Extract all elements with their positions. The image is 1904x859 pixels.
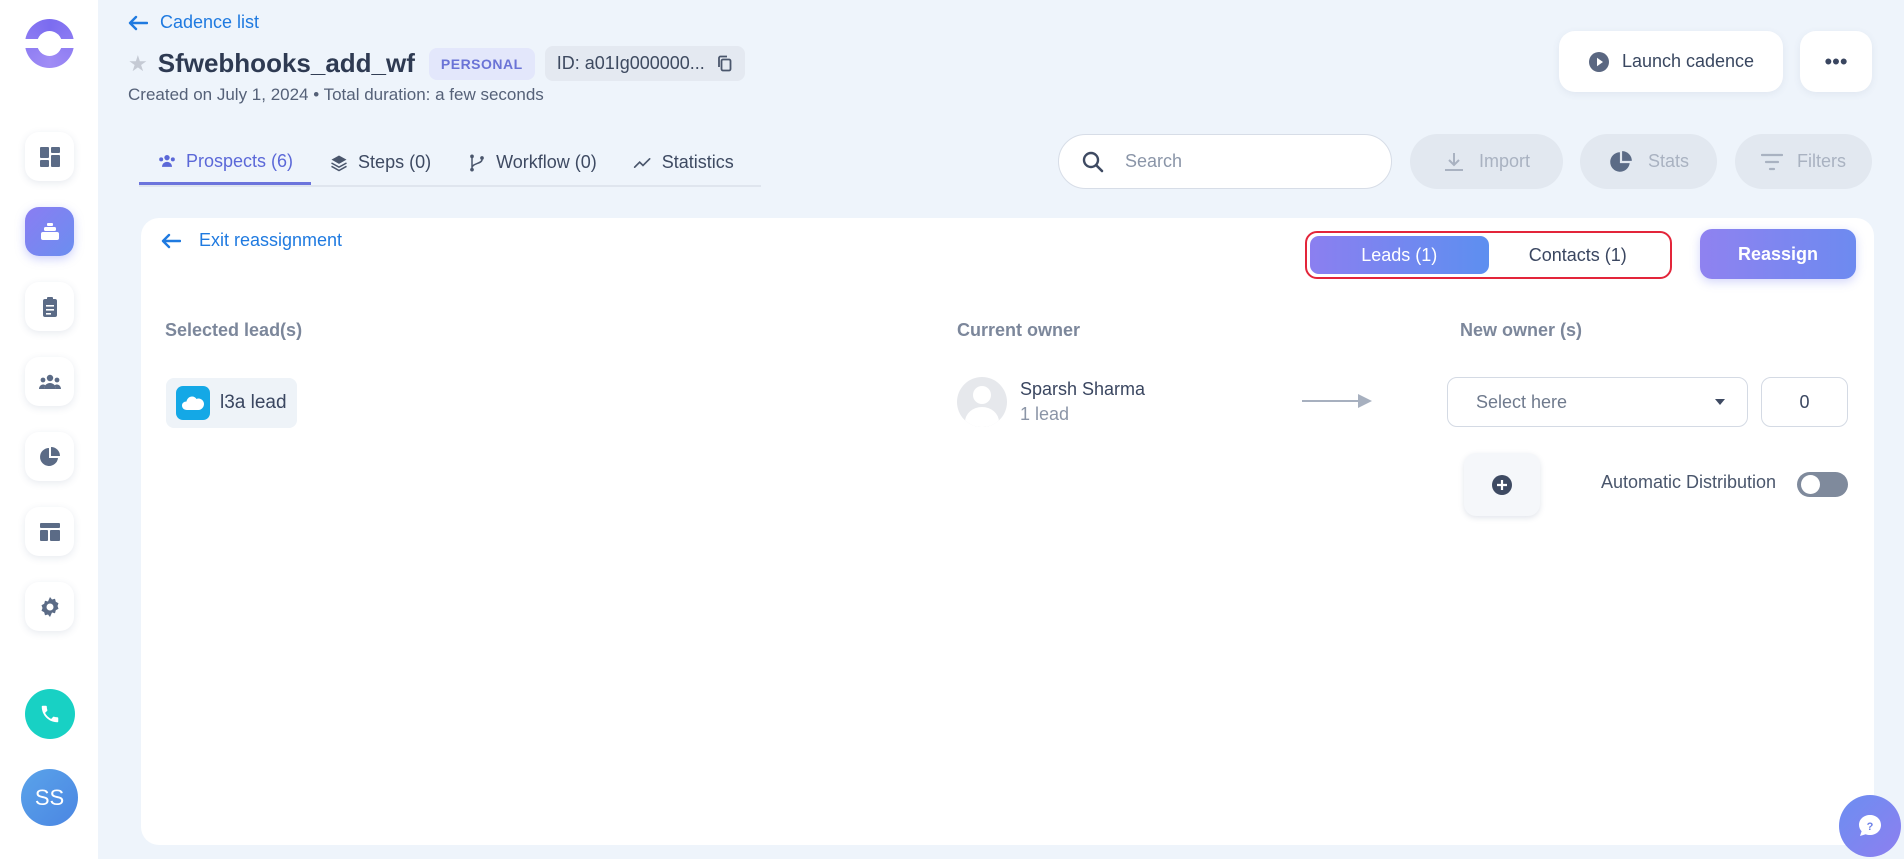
search-icon xyxy=(1082,151,1104,172)
user-avatar[interactable]: SS xyxy=(21,769,78,826)
caret-down-icon xyxy=(1715,399,1725,405)
dashboard-icon[interactable] xyxy=(25,132,74,181)
cadence-subtitle: Created on July 1, 2024 • Total duration… xyxy=(128,85,544,104)
tab-label: Steps (0) xyxy=(358,152,432,172)
tab-label: Prospects (6) xyxy=(186,150,294,171)
leads-contacts-switch: Leads (1) Contacts (1) xyxy=(1305,231,1672,279)
help-chat-button[interactable]: ? xyxy=(1839,795,1901,857)
personal-badge: PERSONAL xyxy=(428,47,535,80)
reassignment-panel xyxy=(141,218,1874,845)
new-owner-select[interactable]: Select here xyxy=(1447,377,1748,427)
tasks-icon[interactable] xyxy=(25,282,74,331)
help-icon: ? xyxy=(1859,815,1881,836)
tab-statistics[interactable]: Statistics xyxy=(615,140,752,185)
stats-label: Stats xyxy=(1647,151,1690,171)
id-badge: ID: a01Ig000000... xyxy=(544,46,745,81)
copy-icon[interactable] xyxy=(717,55,733,73)
play-icon xyxy=(1588,51,1609,72)
salesforce-icon xyxy=(176,386,210,420)
import-label: Import xyxy=(1478,151,1530,171)
automatic-distribution-label: Automatic Distribution xyxy=(1601,472,1777,492)
arrow-left-icon xyxy=(128,15,148,30)
branch-icon xyxy=(470,154,484,171)
current-owner: Sparsh Sharma 1 lead xyxy=(957,377,1145,427)
sidebar: SS xyxy=(0,0,98,859)
owner-lead-count: 1 lead xyxy=(1020,404,1070,424)
leads-toggle[interactable]: Leads (1) xyxy=(1310,236,1489,274)
stats-button[interactable]: Stats xyxy=(1580,134,1717,189)
plus-circle-icon xyxy=(1492,474,1512,495)
trend-icon xyxy=(633,157,651,168)
templates-icon[interactable] xyxy=(25,507,74,556)
app-logo[interactable] xyxy=(25,19,74,68)
back-to-cadence-list[interactable]: Cadence list xyxy=(128,12,259,33)
filter-icon xyxy=(1761,153,1783,170)
star-icon[interactable]: ★ xyxy=(128,51,148,77)
more-icon: ••• xyxy=(1824,48,1848,74)
people-icon xyxy=(159,155,175,167)
owner-avatar xyxy=(957,377,1007,427)
filters-button[interactable]: Filters xyxy=(1735,134,1872,189)
contacts-toggle[interactable]: Contacts (1) xyxy=(1489,236,1668,274)
layers-icon xyxy=(331,155,347,171)
filters-label: Filters xyxy=(1797,151,1846,171)
arrow-left-icon xyxy=(161,233,181,248)
import-button[interactable]: Import xyxy=(1410,134,1563,189)
tab-workflow[interactable]: Workflow (0) xyxy=(449,140,615,185)
phone-button[interactable] xyxy=(25,689,75,739)
exit-label: Exit reassignment xyxy=(199,230,343,250)
gear-icon[interactable] xyxy=(25,582,74,631)
search-input[interactable] xyxy=(1125,151,1355,172)
tab-prospects[interactable]: Prospects (6) xyxy=(139,140,312,185)
svg-text:?: ? xyxy=(1867,821,1874,833)
selected-lead-chip: l3a lead xyxy=(166,378,297,428)
phone-icon xyxy=(41,705,59,723)
search-box[interactable] xyxy=(1058,134,1392,189)
tab-steps[interactable]: Steps (0) xyxy=(311,140,449,185)
back-label: Cadence list xyxy=(160,12,260,32)
pie-chart-icon xyxy=(1610,150,1632,172)
pie-chart-icon[interactable] xyxy=(25,432,74,481)
cadence-tabs: Prospects (6) Steps (0) Workflow (0) Sta… xyxy=(139,140,761,187)
selected-leads-header: Selected lead(s) xyxy=(165,320,303,340)
select-placeholder: Select here xyxy=(1476,391,1568,412)
add-owner-button[interactable] xyxy=(1464,453,1540,516)
lead-name: l3a lead xyxy=(220,392,287,413)
arrow-right-icon xyxy=(1302,394,1372,408)
launch-cadence-button[interactable]: Launch cadence xyxy=(1559,31,1783,92)
automatic-distribution-toggle[interactable] xyxy=(1797,472,1848,497)
current-owner-header: Current owner xyxy=(957,320,1081,340)
download-icon xyxy=(1444,152,1463,171)
exit-reassignment-link[interactable]: Exit reassignment xyxy=(161,230,342,251)
lead-count-input[interactable]: 0 xyxy=(1761,377,1848,427)
page-title: Sfwebhooks_add_wf xyxy=(157,48,415,78)
people-icon[interactable] xyxy=(25,357,74,406)
id-label: ID: a01Ig000000... xyxy=(556,53,705,73)
reassign-button[interactable]: Reassign xyxy=(1700,229,1856,279)
cadence-icon[interactable] xyxy=(25,207,74,256)
owner-name: Sparsh Sharma xyxy=(1020,379,1146,399)
more-options-button[interactable]: ••• xyxy=(1800,31,1872,92)
tab-label: Statistics xyxy=(661,152,734,172)
launch-label: Launch cadence xyxy=(1621,51,1755,71)
tab-label: Workflow (0) xyxy=(496,152,597,172)
new-owner-header: New owner (s) xyxy=(1460,320,1583,340)
